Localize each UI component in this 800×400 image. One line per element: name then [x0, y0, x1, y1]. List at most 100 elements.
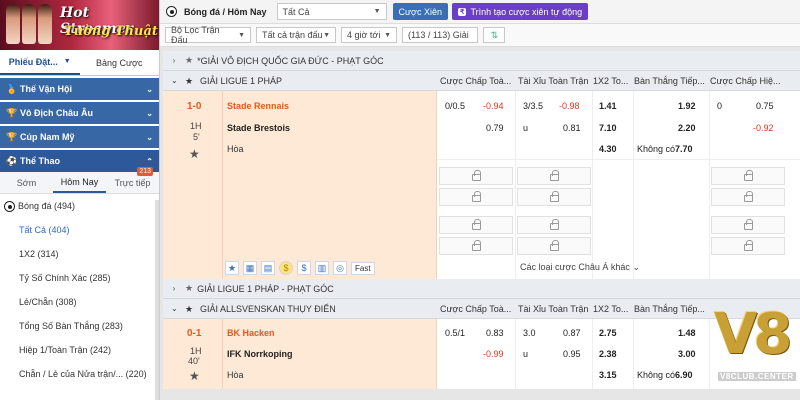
dollar-icon[interactable]: $: [297, 261, 311, 275]
odds-cell[interactable]: 0.79: [486, 123, 504, 133]
tab-bet-slip[interactable]: Phiếu Đặt... ▼: [0, 50, 80, 75]
column-header: Tài Xỉu Toàn Trận: [518, 304, 589, 314]
odds-cell[interactable]: 4.30: [599, 144, 617, 154]
sidebar-scrollbar[interactable]: [155, 200, 159, 400]
match-period: 1H: [190, 346, 202, 356]
streamer-banner[interactable]: Hot Streamer Tường Thuật: [0, 0, 159, 50]
star-icon[interactable]: ★: [185, 55, 193, 66]
league-name: GIẢI LIGUE 1 PHÁP - PHẠT GÓC: [197, 283, 334, 294]
odds-cell[interactable]: 6.90: [675, 370, 693, 380]
match-filter-select[interactable]: Bộ Lọc Trận Đấu ▼: [165, 25, 251, 45]
button-label: Trình tạo cược xiên tự động: [470, 6, 583, 17]
soccer-ball-icon: [166, 6, 177, 17]
parlay-button[interactable]: Cược Xiên: [392, 3, 448, 20]
more-asian-markets-link[interactable]: Các loại cược Châu Á khác ⌄: [520, 262, 640, 273]
auto-parlay-button[interactable]: ₹ Trình tạo cược xiên tự động: [451, 3, 589, 20]
odds-cell[interactable]: 2.75: [599, 328, 617, 338]
draw-label: Hòa: [227, 370, 244, 380]
tab-today[interactable]: Hôm Nay: [53, 172, 106, 193]
odds-cell[interactable]: 7.10: [599, 123, 617, 133]
star-icon[interactable]: ★: [225, 261, 239, 275]
filter-bar: Bộ Lọc Trận Đấu ▼ Tất cả trận đấu ▼ 4 giờ …: [160, 24, 800, 47]
league-row[interactable]: › ★ GIẢI LIGUE 1 PHÁP - PHẠT GÓC: [163, 279, 800, 299]
sidebar-item-soccer[interactable]: Bóng đá (494): [0, 194, 159, 218]
home-team: Stade Rennais: [227, 101, 290, 111]
league-header[interactable]: ⌄ ★ GIẢI ALLSVENSKAN THỤY ĐIỂN Cược Chấp…: [163, 299, 800, 319]
lock-icon: [471, 170, 481, 181]
tab-bet-list[interactable]: Bảng Cược: [80, 50, 160, 75]
coin-icon[interactable]: $: [279, 261, 293, 275]
odds-cell[interactable]: 1.48: [678, 328, 696, 338]
odds-cell[interactable]: 0.81: [563, 123, 581, 133]
streamer-image: [6, 4, 20, 44]
odds-cell[interactable]: 2.38: [599, 349, 617, 359]
odds-cell[interactable]: -0.92: [753, 123, 774, 133]
sidebar-item-odd-even[interactable]: Lẻ/Chẵn (308): [0, 290, 159, 314]
match-row: 1-0 1H 5' ★ Stade Rennais Stade Brestois…: [163, 91, 800, 279]
draw-label: Hòa: [227, 144, 244, 154]
sidebar-section-euro[interactable]: 🏆 Vô Địch Châu Âu ⌄: [0, 102, 159, 124]
match-time-cell: 0-1 1H 40' ★: [163, 319, 223, 389]
match-row: 0-1 1H 40' ★ BK Hacken IFK Norrkoping Hò…: [163, 319, 800, 389]
locked-odds-cell: [711, 237, 785, 255]
league-row[interactable]: › ★ *GIẢI VÔ ĐỊCH QUỐC GIA ĐỨC - PHẠT GÓ…: [163, 51, 800, 71]
stats-icon[interactable]: ▥: [315, 261, 329, 275]
odds-cell[interactable]: 1.92: [678, 101, 696, 111]
odds-cell[interactable]: 0.83: [486, 328, 504, 338]
column-header: 1X2 To...: [593, 76, 629, 86]
odds-cell[interactable]: 3.00: [678, 349, 696, 359]
column-header: Bàn Thắng Tiếp...: [634, 76, 705, 86]
star-icon[interactable]: ★: [185, 304, 193, 315]
chevron-down-icon: ▼: [384, 31, 391, 39]
time-range-select[interactable]: 4 giờ tới ▼: [341, 27, 397, 43]
lock-icon: [549, 170, 559, 181]
star-icon[interactable]: ★: [185, 76, 193, 87]
odds-cell[interactable]: 2.20: [678, 123, 696, 133]
league-header[interactable]: ⌄ ★ GIẢI LIGUE 1 PHÁP Cược Chấp Toà... T…: [163, 71, 800, 91]
odds-cell[interactable]: 0.95: [563, 349, 581, 359]
locked-odds-cell: [439, 188, 513, 206]
favorite-star-icon[interactable]: ★: [189, 369, 200, 383]
odds-cell[interactable]: 0.75: [756, 101, 774, 111]
live-stream-icon[interactable]: ◎: [333, 261, 347, 275]
sidebar-item-correct-score[interactable]: Tỷ Số Chính Xác (285): [0, 266, 159, 290]
fast-market-button[interactable]: Fast: [351, 261, 375, 275]
league-count-select[interactable]: (113 / 113) Giải: [402, 27, 478, 43]
sidebar-section-olympics[interactable]: 🏅 Thế Vận Hội ⌄: [0, 78, 159, 100]
lock-icon: [743, 240, 753, 251]
section-label: Thế Vận Hội: [20, 84, 73, 94]
streamer-image: [38, 4, 52, 44]
sidebar-item-total-goals[interactable]: Tổng Số Bàn Thắng (283): [0, 314, 159, 338]
sidebar-item-1x2[interactable]: 1X2 (314): [0, 242, 159, 266]
favorite-star-icon[interactable]: ★: [189, 147, 200, 161]
odds-cell[interactable]: -0.94: [483, 101, 504, 111]
odds-cell[interactable]: -0.98: [559, 101, 580, 111]
sidebar-item-half-odd-even[interactable]: Chẵn / Lẻ của Nửa trận/... (220): [0, 362, 159, 386]
no-goal-label: Không có: [637, 144, 676, 154]
tab-early[interactable]: Sớm: [0, 172, 53, 193]
market-filter-select[interactable]: Tất Cả ▼: [276, 3, 387, 20]
streamer-image: [22, 4, 36, 44]
match-time-cell: 1-0 1H 5' ★: [163, 91, 223, 279]
odds-cell[interactable]: 7.70: [675, 144, 693, 154]
lock-icon: [471, 219, 481, 230]
calendar-icon[interactable]: ▤: [261, 261, 275, 275]
column-header: Cược Chấp Hiệ...: [710, 76, 781, 86]
odds-cell[interactable]: 1.41: [599, 101, 617, 111]
divider: [633, 319, 634, 389]
matches-select[interactable]: Tất cả trận đấu ▼: [256, 27, 336, 43]
odds-cell[interactable]: 0.87: [563, 328, 581, 338]
odds-cell[interactable]: 3.15: [599, 370, 617, 380]
sidebar-section-sports[interactable]: ⚽ Thể Thao ⌃: [0, 150, 159, 172]
sidebar-item-ht-ft[interactable]: Hiệp 1/Toàn Trận (242): [0, 338, 159, 362]
parlay-icon: ₹: [457, 7, 467, 16]
sidebar-section-copa[interactable]: 🏆 Cúp Nam Mỹ ⌄: [0, 126, 159, 148]
star-icon[interactable]: ★: [185, 283, 193, 294]
divider: [633, 91, 634, 279]
select-value: Tất cả trận đấu: [262, 30, 323, 40]
sort-button[interactable]: ⇅: [483, 27, 505, 43]
sidebar-item-all[interactable]: Tất Cả (404): [0, 218, 159, 242]
scoreboard-icon[interactable]: ▦: [243, 261, 257, 275]
trophy-icon: 🏆: [6, 132, 18, 142]
odds-cell[interactable]: -0.99: [483, 349, 504, 359]
